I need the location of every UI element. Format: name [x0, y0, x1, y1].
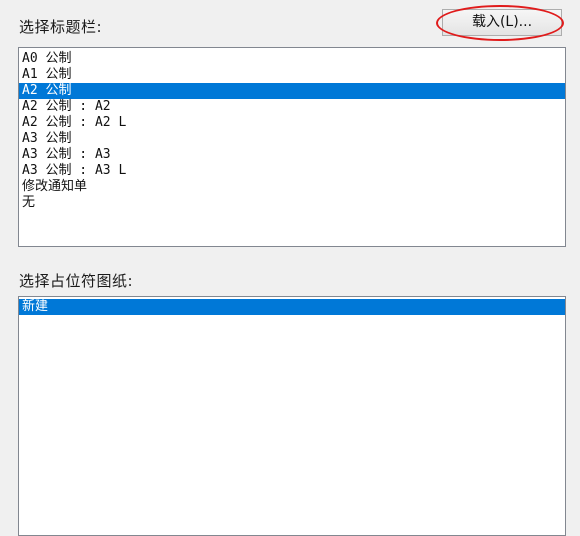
titleblock-item[interactable]: A2 公制 : A2	[19, 99, 565, 115]
titleblock-item[interactable]: A2 公制 : A2 L	[19, 115, 565, 131]
titleblock-item[interactable]: A2 公制	[19, 83, 565, 99]
load-button[interactable]: 载入(L)...	[442, 9, 562, 36]
titleblock-item[interactable]: A3 公制	[19, 131, 565, 147]
titleblock-item[interactable]: 无	[19, 195, 565, 211]
titleblock-listbox[interactable]: A0 公制 A1 公制 A2 公制 A2 公制 : A2 A2 公制 : A2 …	[18, 47, 566, 247]
titleblock-item[interactable]: A3 公制 : A3 L	[19, 163, 565, 179]
titleblock-item[interactable]: A1 公制	[19, 67, 565, 83]
titleblock-item[interactable]: 修改通知单	[19, 179, 565, 195]
placeholder-sheet-listbox[interactable]: 新建	[18, 296, 566, 536]
select-placeholder-sheet-label: 选择占位符图纸:	[19, 272, 134, 290]
placeholder-item[interactable]: 新建	[19, 299, 565, 315]
titleblock-item[interactable]: A0 公制	[19, 51, 565, 67]
titleblock-item[interactable]: A3 公制 : A3	[19, 147, 565, 163]
select-titleblock-label: 选择标题栏:	[19, 18, 103, 36]
